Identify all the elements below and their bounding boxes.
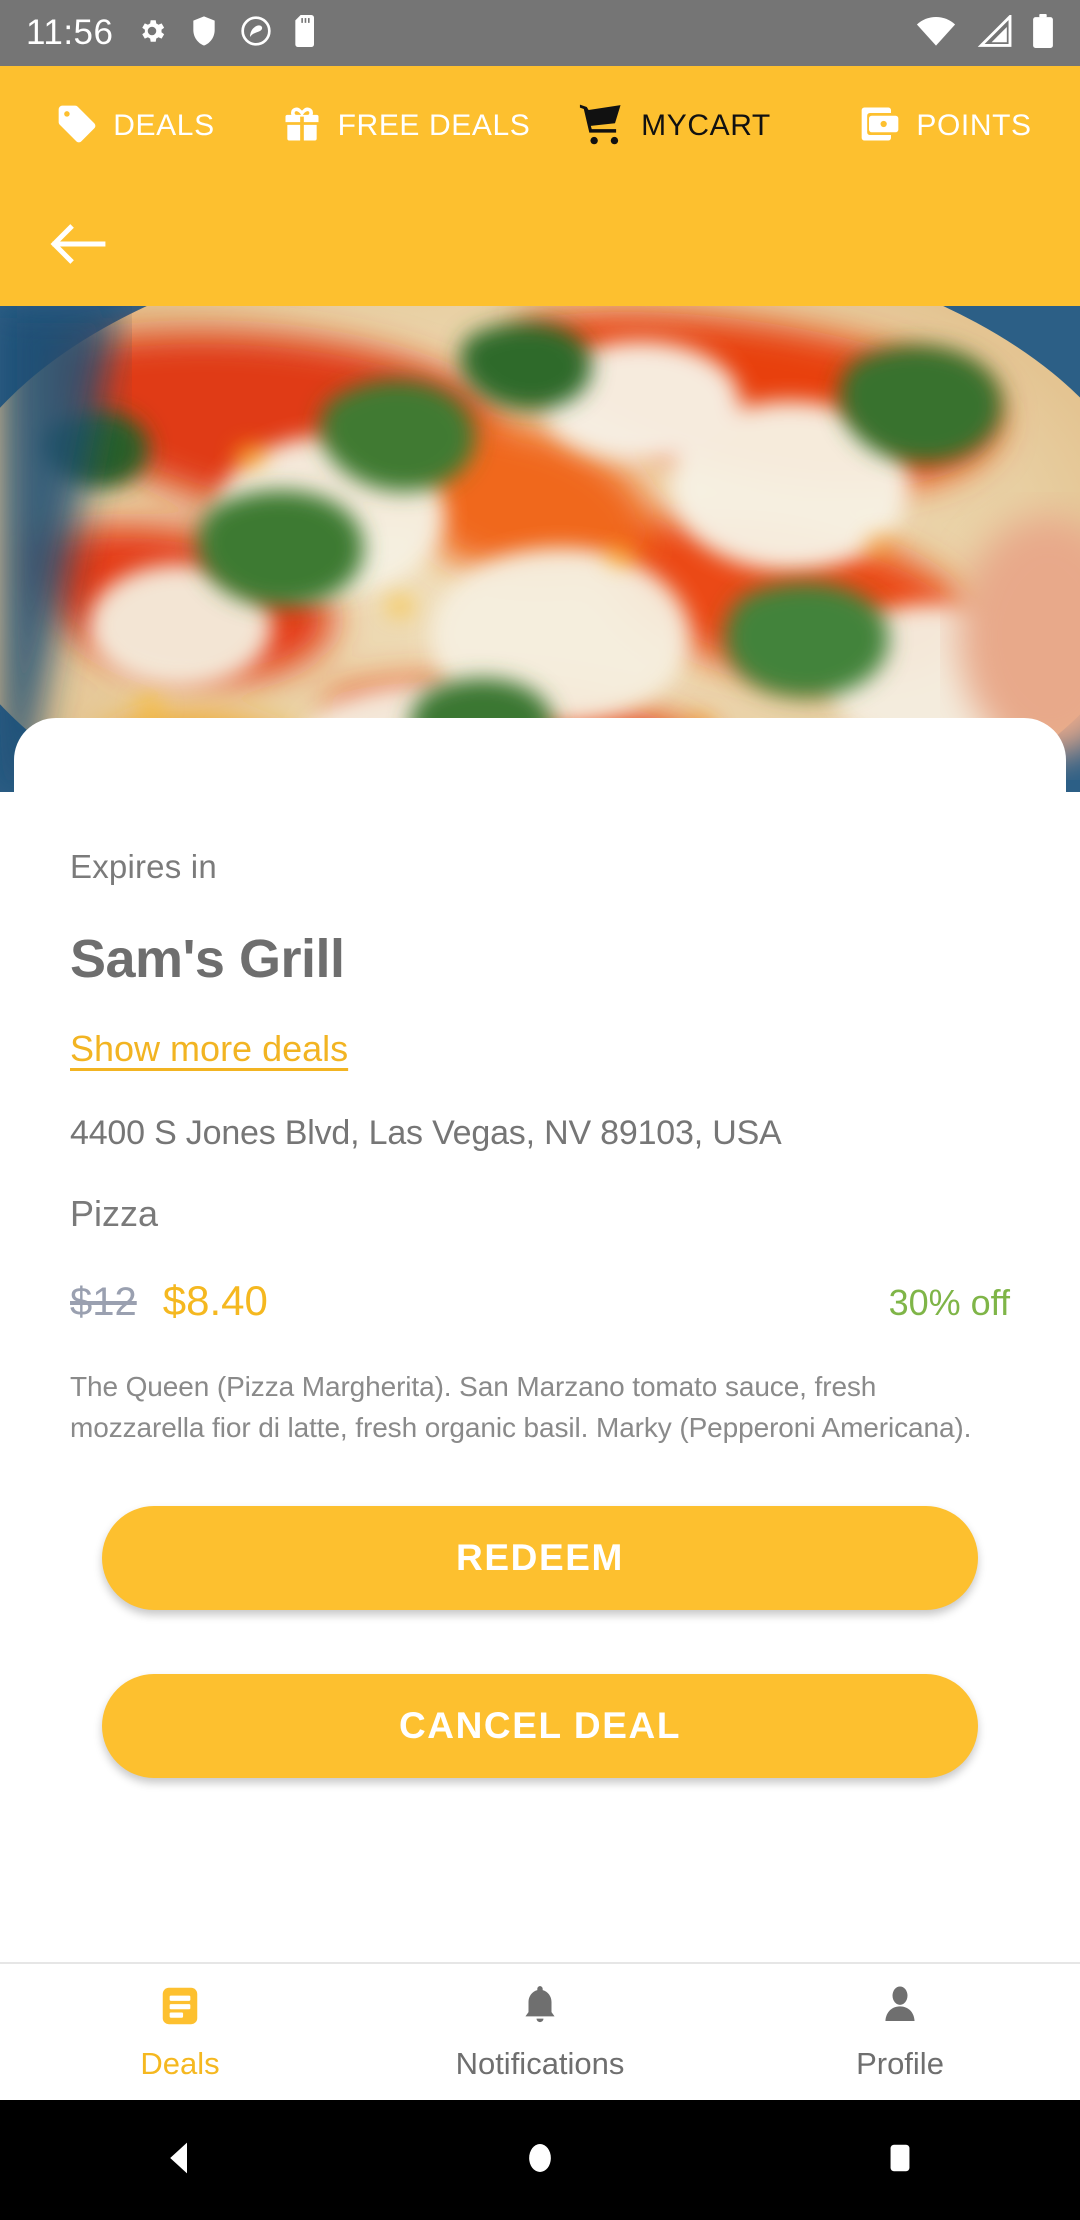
- android-back-icon: [159, 2137, 201, 2184]
- store-name: Sam's Grill: [70, 929, 345, 989]
- bottom-nav-label: Deals: [140, 2045, 220, 2081]
- cancel-deal-button[interactable]: CANCEL DEAL: [102, 1674, 978, 1779]
- store-address: 4400 S Jones Blvd, Las Vegas, NV 89103, …: [70, 1114, 782, 1152]
- discount-badge: 30% off: [888, 1282, 1010, 1323]
- shopping-cart-icon: [579, 101, 627, 152]
- deal-detail-card: Expires in Sam's Grill Show more deals 4…: [14, 718, 1066, 1962]
- android-home-button[interactable]: [360, 2137, 720, 2184]
- shield-icon: [190, 15, 218, 52]
- tab-mycart[interactable]: MYCART: [540, 66, 810, 186]
- gift-icon: [280, 102, 324, 151]
- original-price: $12: [70, 1280, 137, 1324]
- android-back-button[interactable]: [0, 2137, 360, 2184]
- sd-card-icon: [294, 14, 318, 52]
- redeem-button[interactable]: REDEEM: [102, 1506, 978, 1611]
- wallet-icon: [858, 102, 902, 151]
- tab-free-deals[interactable]: FREE DEALS: [270, 66, 540, 186]
- tab-points[interactable]: POINTS: [810, 66, 1080, 186]
- status-bar: 11:56: [0, 0, 1080, 66]
- system-navigation-bar: [0, 2100, 1080, 2220]
- gear-icon: [136, 15, 168, 52]
- sub-header: [0, 186, 1080, 306]
- tab-label: POINTS: [916, 109, 1032, 142]
- show-more-deals-link[interactable]: Show more deals: [70, 1028, 348, 1070]
- discounted-price: $8.40: [162, 1277, 268, 1324]
- expires-label: Expires in: [70, 848, 217, 885]
- list-icon: [157, 1983, 203, 2034]
- bottom-nav-profile[interactable]: Profile: [720, 1964, 1080, 2100]
- tab-deals[interactable]: DEALS: [0, 66, 270, 186]
- tab-label: MYCART: [641, 109, 771, 142]
- app-screen: 11:56 DEALS FREE DEALS MYCART POINTS Exp…: [0, 0, 1080, 2220]
- bottom-nav-deals[interactable]: Deals: [0, 1964, 360, 2100]
- bottom-navigation: Deals Notifications Profile: [0, 1962, 1080, 2100]
- status-bar-clock: 11:56: [26, 13, 114, 52]
- status-bar-left-icons: [136, 14, 318, 52]
- android-recents-button[interactable]: [720, 2137, 1080, 2184]
- bottom-nav-label: Profile: [856, 2045, 944, 2081]
- deal-description: The Queen (Pizza Margherita). San Marzan…: [70, 1371, 972, 1443]
- top-tab-bar: DEALS FREE DEALS MYCART POINTS: [0, 66, 1080, 186]
- bottom-nav-label: Notifications: [455, 2045, 625, 2081]
- back-button[interactable]: [46, 214, 110, 278]
- tab-label: DEALS: [113, 109, 215, 142]
- android-home-icon: [519, 2137, 561, 2184]
- tab-label: FREE DEALS: [337, 109, 531, 142]
- bottom-nav-notifications[interactable]: Notifications: [360, 1964, 720, 2100]
- android-recents-icon: [879, 2137, 921, 2184]
- bell-icon: [517, 1983, 563, 2034]
- back-arrow-icon: [49, 221, 107, 272]
- wifi-icon: [916, 15, 956, 52]
- deal-category: Pizza: [70, 1193, 159, 1234]
- person-icon: [877, 1983, 923, 2034]
- signal-icon: [976, 12, 1012, 52]
- do-not-disturb-icon: [240, 15, 272, 52]
- price-row: $12 $8.40 30% off: [70, 1277, 1010, 1325]
- battery-icon: [1032, 13, 1054, 53]
- tag-icon: [55, 102, 99, 151]
- status-bar-right-icons: [916, 12, 1054, 53]
